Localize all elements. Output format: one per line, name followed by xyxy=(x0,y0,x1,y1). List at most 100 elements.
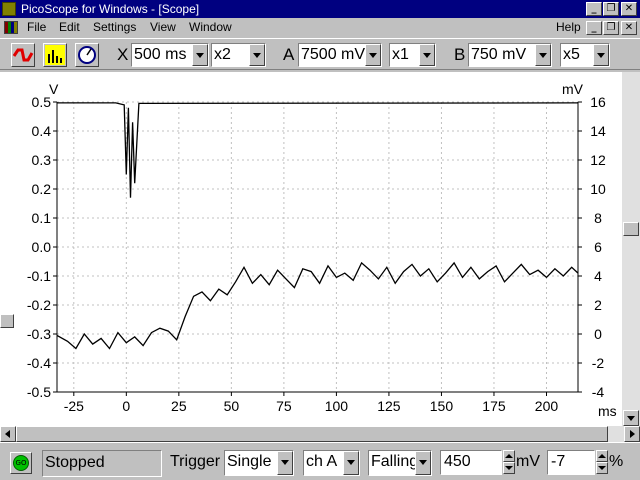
doc-minimize-button[interactable]: _ xyxy=(586,21,602,35)
arrow-right-icon xyxy=(630,430,635,438)
trigger-edge-select[interactable]: Falling xyxy=(368,450,432,476)
x-tick-label: 100 xyxy=(325,398,349,414)
app-icon xyxy=(2,2,16,16)
channel-a-multiplier-select[interactable]: x1 xyxy=(389,43,436,67)
y-tick-label: 0.2 xyxy=(32,181,52,197)
trigger-label: Trigger xyxy=(170,453,221,470)
trigger-channel-select[interactable]: ch A xyxy=(303,450,360,476)
spin-down-icon[interactable] xyxy=(503,462,515,474)
channel-offset-handle[interactable] xyxy=(0,314,14,328)
channel-b-multiplier-select[interactable]: x5 xyxy=(560,43,610,67)
spectrum-mode-button[interactable] xyxy=(43,43,67,67)
y2-tick-label: 16 xyxy=(590,94,606,110)
x-tick-label: 125 xyxy=(377,398,401,414)
status-bar: GO Stopped Trigger Single ch A Falling 4… xyxy=(0,442,640,480)
scroll-down-button[interactable] xyxy=(623,410,639,426)
x-axis-label: X xyxy=(117,45,129,64)
y-tick-label: -0.4 xyxy=(27,355,51,371)
x-axis-unit: ms xyxy=(598,403,617,419)
menu-file[interactable]: File xyxy=(27,18,46,37)
x-tick-label: 75 xyxy=(276,398,292,414)
chevron-down-icon[interactable] xyxy=(343,451,359,475)
spin-up-icon[interactable] xyxy=(503,450,515,462)
y2-tick-label: 0 xyxy=(594,326,602,342)
scope-display: 0.5 0.4 0.3 0.2 0.1 0.0 -0.1 -0.2 -0.3 -0.4 -0.5 16… xyxy=(0,72,622,426)
spin-down-icon[interactable] xyxy=(596,462,608,474)
menu-view[interactable]: View xyxy=(150,18,176,37)
spin-up-icon[interactable] xyxy=(596,450,608,462)
chevron-down-icon[interactable] xyxy=(593,44,609,66)
menu-help[interactable]: Help xyxy=(556,18,581,37)
chevron-down-icon[interactable] xyxy=(192,44,208,66)
y2-tick-label: 8 xyxy=(594,210,602,226)
scope-icon xyxy=(12,48,34,62)
maximize-button[interactable]: ❐ xyxy=(603,2,619,16)
title-bar: PicoScope for Windows - [Scope] _ ❐ ✕ xyxy=(0,0,640,18)
menu-bar: File Edit Settings View Window Help xyxy=(0,18,640,37)
scroll-left-button[interactable] xyxy=(0,426,16,442)
doc-close-button[interactable]: ✕ xyxy=(621,21,637,35)
scope-ticks: 0.50.40.30.20.10.0-0.1-0.2-0.3-0.4-0.516… xyxy=(27,94,606,414)
chevron-down-icon[interactable] xyxy=(249,44,265,66)
scope-traces xyxy=(56,102,579,350)
channel-b-multiplier-value: x5 xyxy=(563,46,580,63)
arrow-down-icon xyxy=(627,416,635,421)
channel-b-range-select[interactable]: 750 mV xyxy=(468,43,552,67)
chevron-down-icon[interactable] xyxy=(277,451,293,475)
meter-mode-button[interactable] xyxy=(75,43,99,67)
trigger-level-unit: mV xyxy=(516,453,540,470)
channel-a-label: A xyxy=(283,45,295,64)
doc-restore-button[interactable]: ❐ xyxy=(603,21,619,35)
scroll-right-button[interactable] xyxy=(624,426,640,442)
timebase-value: 500 ms xyxy=(134,46,187,63)
picoscope-window: PicoScope for Windows - [Scope] _ ❐ ✕ Fi… xyxy=(0,0,640,480)
y2-tick-label: 10 xyxy=(590,181,606,197)
left-axis-unit: V xyxy=(49,81,59,97)
document-icon[interactable] xyxy=(4,21,18,34)
trigger-delay-spinner[interactable] xyxy=(596,450,608,475)
trigger-edge-value: Falling xyxy=(371,453,419,470)
arrow-left-icon xyxy=(5,430,10,438)
x-multiplier-value: x2 xyxy=(214,46,231,63)
trigger-mode-select[interactable]: Single xyxy=(224,450,294,476)
right-axis-unit: mV xyxy=(562,81,584,97)
close-button[interactable]: ✕ xyxy=(621,2,637,16)
channel-b-range-value: 750 mV xyxy=(471,46,527,63)
trigger-level-spinner[interactable] xyxy=(503,450,515,475)
menu-edit[interactable]: Edit xyxy=(59,18,80,37)
chevron-down-icon[interactable] xyxy=(365,44,381,66)
horizontal-scrollbar[interactable] xyxy=(0,426,640,442)
scroll-thumb-vertical[interactable] xyxy=(623,222,639,236)
menu-window[interactable]: Window xyxy=(189,18,232,37)
y2-tick-label: 6 xyxy=(594,239,602,255)
scope-mode-button[interactable] xyxy=(11,43,35,67)
y-tick-label: 0.4 xyxy=(32,123,52,139)
scope-chart: 0.50.40.30.20.10.0-0.1-0.2-0.3-0.4-0.516… xyxy=(27,81,617,419)
y2-tick-label: -4 xyxy=(592,384,605,400)
vertical-scrollbar[interactable] xyxy=(622,72,640,426)
go-icon: GO xyxy=(13,455,29,471)
x-tick-label: 0 xyxy=(122,398,130,414)
y-tick-label: -0.2 xyxy=(27,297,51,313)
channel-b-label: B xyxy=(454,45,466,64)
channel-a-range-select[interactable]: 7500 mV xyxy=(298,43,382,67)
trigger-level-input[interactable]: 450 xyxy=(440,450,502,475)
trigger-channel-value: ch A xyxy=(306,453,338,470)
y-tick-label: -0.1 xyxy=(27,268,51,284)
chevron-down-icon[interactable] xyxy=(535,44,551,66)
chevron-down-icon[interactable] xyxy=(415,451,431,475)
x-multiplier-select[interactable]: x2 xyxy=(211,43,266,67)
x-tick-label: -25 xyxy=(64,398,84,414)
x-tick-label: 150 xyxy=(430,398,454,414)
scope-grid xyxy=(57,101,578,393)
trigger-mode-value: Single xyxy=(227,453,272,470)
trigger-delay-input[interactable]: -7 xyxy=(547,450,595,475)
scroll-thumb-horizontal[interactable] xyxy=(16,426,608,442)
go-button[interactable]: GO xyxy=(10,452,32,474)
timebase-select[interactable]: 500 ms xyxy=(131,43,209,67)
chevron-down-icon[interactable] xyxy=(419,44,435,66)
minimize-button[interactable]: _ xyxy=(586,2,602,16)
menu-settings[interactable]: Settings xyxy=(93,18,136,37)
y2-tick-label: 4 xyxy=(594,268,602,284)
y2-tick-label: 14 xyxy=(590,123,606,139)
